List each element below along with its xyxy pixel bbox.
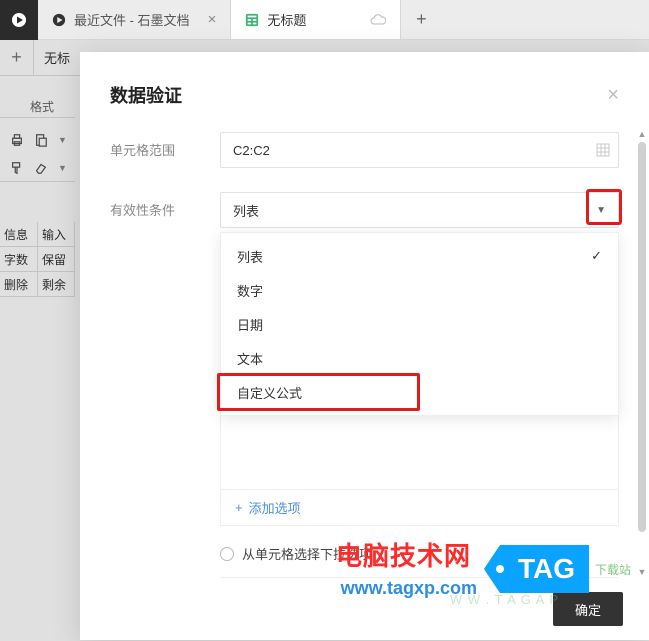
range-value: C2:C2 — [233, 143, 270, 158]
condition-label: 有效性条件 — [110, 192, 220, 219]
condition-dropdown: 列表 ✓ 数字 日期 文本 自定义公式 — [220, 232, 619, 416]
scrollbar[interactable]: ▲ ▼ — [637, 128, 647, 578]
options-list-box[interactable] — [220, 410, 619, 490]
grid-icon[interactable] — [596, 143, 610, 157]
new-tab-button[interactable]: + — [401, 0, 441, 39]
app-menu-button[interactable] — [0, 0, 38, 40]
chevron-down-icon: ▼ — [596, 205, 606, 216]
dropdown-item-number[interactable]: 数字 — [221, 273, 618, 307]
scroll-thumb[interactable] — [638, 142, 646, 532]
condition-value: 列表 — [233, 201, 259, 220]
add-option-label: 添加选项 — [249, 498, 301, 517]
play-circle-icon — [11, 12, 27, 28]
scroll-up-icon[interactable]: ▲ — [637, 128, 647, 140]
option-label: 日期 — [237, 315, 263, 334]
tab-label: 最近文件 - 石墨文档 — [74, 10, 190, 29]
plus-icon: + — [235, 500, 243, 515]
option-label: 文本 — [237, 349, 263, 368]
range-label: 单元格范围 — [110, 132, 220, 159]
dialog-title: 数据验证 — [110, 82, 182, 108]
from-cells-radio[interactable]: 从单元格选择下拉选项 — [220, 544, 619, 563]
close-icon[interactable]: × — [208, 11, 217, 28]
range-input[interactable]: C2:C2 — [220, 132, 619, 168]
option-label: 列表 — [237, 247, 263, 266]
data-validation-dialog: 数据验证 × 单元格范围 C2:C2 有效性条件 — [80, 52, 649, 640]
dialog-footer: 确定 — [80, 578, 649, 640]
dropdown-item-date[interactable]: 日期 — [221, 307, 618, 341]
add-option-button[interactable]: + 添加选项 — [220, 490, 619, 526]
option-label: 数字 — [237, 281, 263, 300]
tab-label: 无标题 — [267, 10, 306, 29]
ok-button[interactable]: 确定 — [553, 592, 623, 626]
spreadsheet-icon — [245, 13, 259, 27]
dropdown-item-text[interactable]: 文本 — [221, 341, 618, 375]
dropdown-item-formula[interactable]: 自定义公式 — [221, 375, 618, 409]
condition-select[interactable]: 列表 ▼ — [220, 192, 619, 228]
close-button[interactable]: × — [607, 84, 619, 107]
radio-icon — [220, 547, 234, 561]
from-cells-label: 从单元格选择下拉选项 — [242, 544, 372, 563]
ok-label: 确定 — [575, 600, 601, 619]
cloud-icon — [370, 14, 386, 26]
tab-untitled[interactable]: 无标题 — [231, 0, 401, 39]
dropdown-item-list[interactable]: 列表 ✓ — [221, 239, 618, 273]
tab-bar: 最近文件 - 石墨文档 × 无标题 + — [0, 0, 649, 40]
play-circle-icon — [52, 13, 66, 27]
scroll-down-icon[interactable]: ▼ — [637, 566, 647, 578]
check-icon: ✓ — [591, 248, 602, 264]
option-label: 自定义公式 — [237, 383, 302, 402]
tab-recent-files[interactable]: 最近文件 - 石墨文档 × — [38, 0, 231, 39]
